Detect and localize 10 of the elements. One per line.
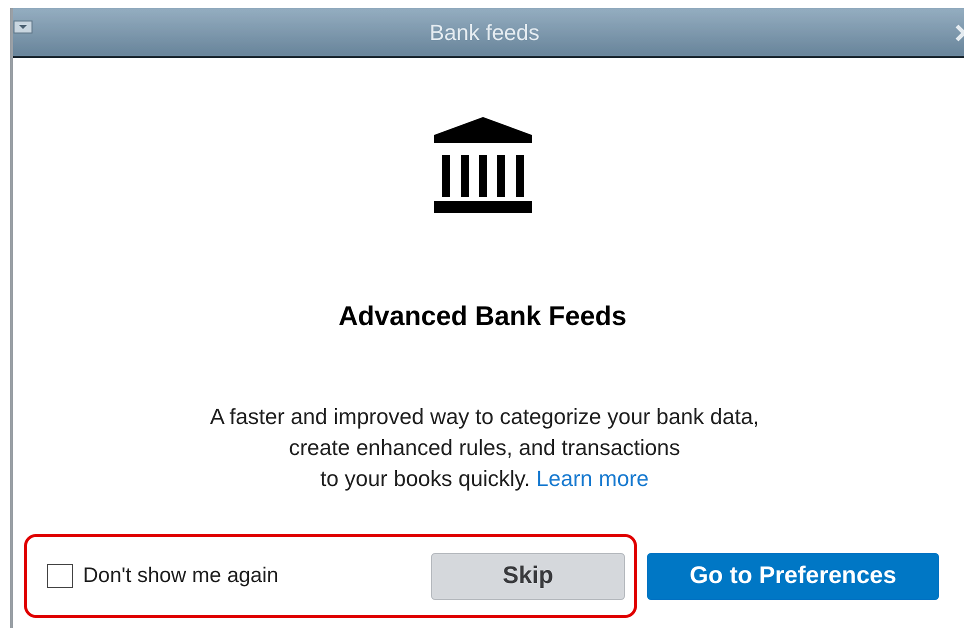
checkbox-label[interactable]: Don't show me again xyxy=(83,560,278,592)
learn-more-link[interactable]: Learn more xyxy=(536,466,649,490)
skip-button[interactable]: Skip xyxy=(431,552,625,600)
dialog-heading: Advanced Bank Feeds xyxy=(338,300,627,333)
bank-icon xyxy=(434,117,532,213)
window-menu-icon[interactable] xyxy=(13,20,33,34)
checkbox[interactable] xyxy=(47,564,73,588)
window-title: Bank feeds xyxy=(429,18,540,46)
description-text: A faster and improved way to categorize your bank data, create enhanced rules, and transactions to your books quickly. Learn more xyxy=(210,402,760,493)
preferences-button[interactable]: Go to Preferences xyxy=(647,552,939,600)
